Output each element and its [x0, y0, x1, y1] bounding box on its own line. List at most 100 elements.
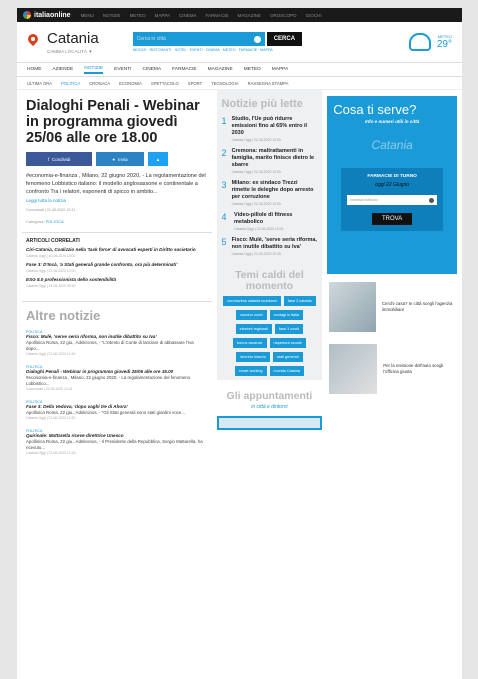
- related-link[interactable]: Ciri-Catania, Coalizzio nella 'task forc…: [26, 247, 208, 253]
- top-nav-item[interactable]: CINEMA: [179, 13, 197, 18]
- most-read-meta: Catania Oggi | 22-06-2020 12:00: [234, 227, 284, 231]
- subnav-item-economia[interactable]: ECONOMIA: [119, 81, 142, 86]
- share-twitter-button[interactable]: ▲: [148, 152, 168, 166]
- rank-number: 3: [221, 180, 227, 190]
- subnav-item-tecnologia[interactable]: TECNOLOGIA: [211, 81, 238, 86]
- nav-item-meteo[interactable]: METEO: [244, 67, 261, 72]
- search-button[interactable]: CERCA: [266, 32, 303, 46]
- share-facebook-button[interactable]: f Condividi: [26, 152, 92, 166]
- hot-topic-tag[interactable]: decreto rilancio: [236, 352, 271, 362]
- appointments-image[interactable]: [216, 416, 323, 430]
- hot-topic-tag[interactable]: movida Catania: [269, 366, 304, 376]
- address-input[interactable]: Inserisci indirizzo: [347, 195, 437, 205]
- most-read-item[interactable]: 1 Studio, l'Ue può ridurre emissioni fin…: [222, 116, 318, 142]
- most-read-title: Notizie più lette: [221, 98, 303, 110]
- news-desc: #economia-e-finanza , Milano, 22 giugno …: [26, 375, 191, 386]
- find-pharmacy-button[interactable]: TROVA: [372, 213, 413, 225]
- top-nav-item[interactable]: FARMACIE: [206, 13, 229, 18]
- hot-topic-tag[interactable]: smart working: [234, 366, 267, 376]
- most-read-item[interactable]: 3 Milano: ex sindaco Trezzi rimette le d…: [222, 180, 318, 206]
- rank-number: 2: [221, 148, 227, 158]
- related-link[interactable]: Fase 3: D'Incà, 'a Stati generali grande…: [26, 262, 208, 268]
- hot-topic-tag[interactable]: stati generali: [273, 352, 303, 362]
- services-title: Cosa ti serve?: [333, 102, 417, 117]
- hot-topics-title: Temi caldi del momento: [235, 269, 304, 292]
- nav-item-aziende[interactable]: AZIENDE: [52, 67, 73, 72]
- most-read-item[interactable]: 2 Cremona: maltrattamenti in famiglia, m…: [222, 148, 318, 174]
- related-meta: Catania Oggi | 15-06-2020 09:30: [26, 284, 76, 288]
- nav-item-magazine[interactable]: MAGAZINE: [208, 67, 233, 72]
- appointments-title: Gli appuntamenti: [226, 390, 313, 402]
- brand-logo[interactable]: italiaonline: [23, 11, 71, 19]
- hot-topic-tag[interactable]: bonus vacanze: [233, 338, 267, 348]
- promo-image[interactable]: [329, 282, 376, 332]
- subnav-item-rassegna[interactable]: RASSEGNA STAMPA: [248, 81, 289, 86]
- promo-text[interactable]: Per la revisione dell'auto scegli l'offi…: [383, 363, 455, 375]
- nav-item-farmacie[interactable]: FARMACIE: [172, 67, 197, 72]
- most-read-item[interactable]: 5 Fisco: Mulè, 'serve seria riforma, non…: [222, 237, 318, 256]
- pharmacy-title: FARMACIE DI TURNO: [367, 174, 417, 179]
- subnav-item-spettacolo[interactable]: SPETTACOLO: [151, 81, 179, 86]
- most-read-meta: Catania Oggi | 22-06-2020 12:00: [231, 138, 281, 142]
- news-item: POLITICA Fisco: Mulè, 'serve seria rifor…: [22, 327, 212, 362]
- subnav-item-sport[interactable]: SPORT: [188, 81, 202, 86]
- news-meta: Catania Oggi | 22-06-2020 12:15: [26, 451, 76, 455]
- city-name: Catania: [47, 30, 99, 47]
- rank-number: 5: [221, 237, 227, 247]
- nav-item-home[interactable]: HOME: [27, 67, 41, 72]
- category-link[interactable]: POLITICA: [46, 219, 64, 224]
- top-nav-item[interactable]: OROSCOPO: [270, 13, 297, 18]
- most-read-headline[interactable]: Video-pillole di fitness metabolico: [234, 212, 317, 226]
- search-tags[interactable]: NEGOZI · RISTORANTI · HOTEL · EVENTI · C…: [133, 48, 302, 52]
- twitter-icon: ▲: [155, 156, 161, 162]
- most-read-headline[interactable]: Fisco: Mulè, 'serve seria riforma, non i…: [232, 237, 318, 251]
- nav-item-eventi[interactable]: EVENTI: [114, 67, 131, 72]
- subnav-item-cronaca[interactable]: CRONACA: [89, 81, 110, 86]
- other-news-title: Altre notizie: [22, 301, 212, 327]
- subnav-item-politica[interactable]: POLITICA: [61, 81, 80, 86]
- services-subtitle[interactable]: Info e numeri utili in città: [333, 119, 451, 124]
- search-input[interactable]: Cerca in città: [132, 32, 265, 46]
- most-read-item[interactable]: 4 Video-pillole di fitness metabolico Ca…: [222, 212, 318, 231]
- hot-topic-tag[interactable]: elezioni regionali: [235, 324, 272, 334]
- top-nav-item[interactable]: GIOCHI: [306, 13, 322, 18]
- read-more-link[interactable]: Leggi tutta la notizia: [22, 196, 212, 205]
- top-nav-item[interactable]: NOTIZIE: [103, 13, 121, 18]
- hot-topic-tag[interactable]: vaccino covid: [235, 310, 267, 320]
- nav-item-notizie[interactable]: NOTIZIE: [84, 66, 104, 74]
- most-read-headline[interactable]: Studio, l'Ue può ridurre emissioni fino …: [232, 116, 318, 137]
- hot-topic-tag[interactable]: contagi in Italia: [269, 310, 303, 320]
- nav-item-cinema[interactable]: CINEMA: [142, 67, 161, 72]
- top-nav-item[interactable]: MAPPA: [155, 13, 170, 18]
- top-nav-item[interactable]: MAGAZINE: [238, 13, 262, 18]
- subnav-item-ultima-ora[interactable]: ULTIMA ORA: [27, 81, 52, 86]
- content-columns: Dialoghi Penali - Webinar in programma g…: [17, 90, 462, 461]
- promo-image[interactable]: [329, 344, 378, 394]
- cloud-rain-icon: [408, 33, 431, 51]
- top-nav-item[interactable]: METEO: [130, 13, 146, 18]
- promo-item[interactable]: Per la revisione dell'auto scegli l'offi…: [327, 336, 457, 398]
- change-city-link[interactable]: CAMBIA LOCALITÀ ▼: [47, 49, 99, 54]
- hot-topic-tag[interactable]: coronavirus catania lockdown: [223, 296, 281, 306]
- hot-topic-tag[interactable]: riapertura scuole: [269, 338, 306, 348]
- brand-name: italiaonline: [34, 11, 71, 19]
- related-link[interactable]: ESG 8.0 professionista dello sostenibili…: [26, 277, 208, 283]
- share-bar: f Condividi ● Invia ▲: [22, 152, 212, 166]
- news-item: POLITICA Dialoghi Penali - Webinar in pr…: [22, 362, 212, 397]
- locate-icon[interactable]: [428, 197, 434, 203]
- most-read-headline[interactable]: Cremona: maltrattamenti in famiglia, mar…: [232, 148, 318, 169]
- most-read-meta: Catania Oggi | 22-06-2020 12:00: [231, 202, 281, 206]
- related-title: ARTICOLI CORRELATI: [26, 238, 80, 244]
- top-nav-item[interactable]: MENU: [81, 13, 94, 18]
- share-messenger-button[interactable]: ● Invia: [96, 152, 144, 166]
- hot-topic-tag[interactable]: fase 3 covid: [274, 324, 304, 334]
- promo-item[interactable]: Cerchi casa? In città scegli l'agenzia i…: [327, 274, 457, 336]
- most-read-headline[interactable]: Milano: ex sindaco Trezzi rimette le del…: [232, 180, 318, 201]
- hot-topic-tag[interactable]: fase 2 catania: [284, 296, 316, 306]
- nav-item-mappa[interactable]: MAPPA: [272, 67, 288, 72]
- promo-text[interactable]: Cerchi casa? In città scegli l'agenzia i…: [382, 301, 455, 313]
- weather-widget[interactable]: METEO 29°: [408, 33, 452, 51]
- news-meta: Catania Oggi | 22-06-2020 12:45: [26, 352, 76, 356]
- related-articles: ARTICOLI CORRELATI Ciri-Catania, Coalizz…: [22, 232, 212, 297]
- search-icon[interactable]: [253, 35, 261, 43]
